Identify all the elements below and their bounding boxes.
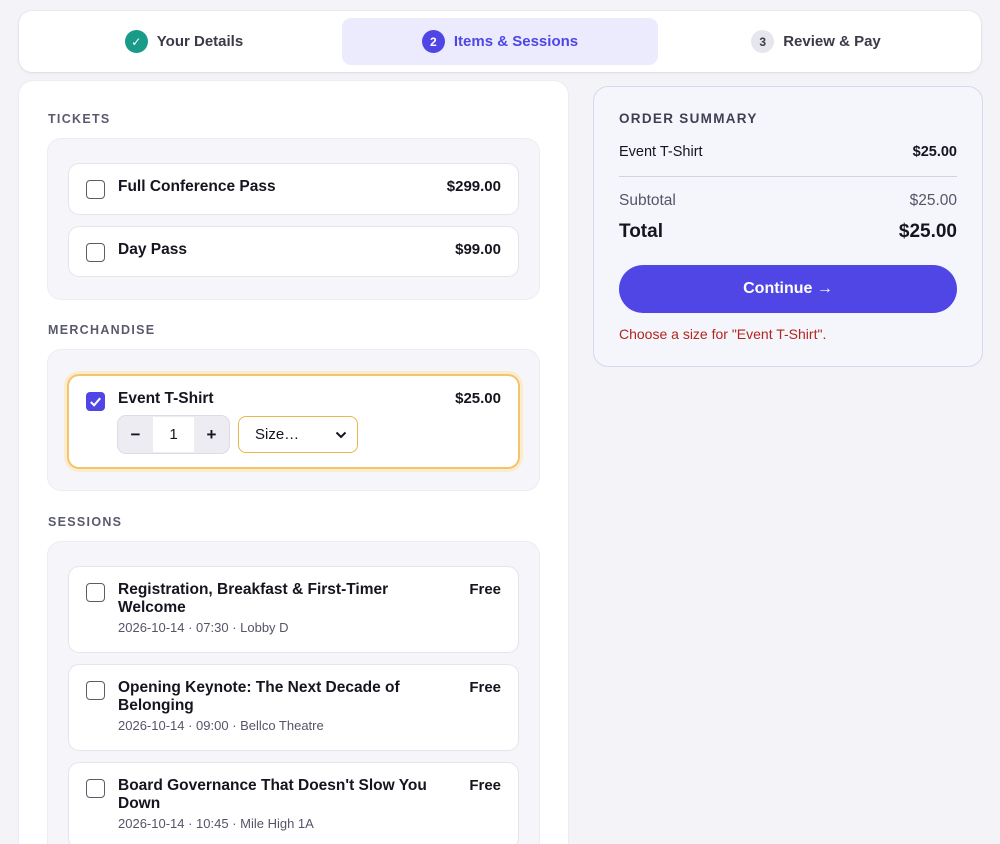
step-label: Review & Pay bbox=[783, 33, 881, 50]
session-item[interactable]: Registration, Breakfast & First-Timer We… bbox=[69, 567, 518, 652]
order-summary: ORDER SUMMARY Event T-Shirt $25.00 Subto… bbox=[594, 87, 982, 366]
merch-item-tshirt[interactable]: Event T-Shirt $25.00 − 1 + Size… bbox=[69, 376, 518, 467]
check-icon bbox=[89, 397, 101, 407]
summary-divider bbox=[619, 176, 957, 177]
session-name: Registration, Breakfast & First-Timer We… bbox=[118, 581, 389, 616]
items-panel: TICKETS Full Conference Pass $299.00 Day… bbox=[19, 81, 568, 844]
subtotal-label: Subtotal bbox=[619, 192, 676, 209]
checkout-stepper: ✓ Your Details 2 Items & Sessions 3 Revi… bbox=[19, 11, 981, 72]
total-value: $25.00 bbox=[898, 221, 957, 242]
quantity-input[interactable]: 1 bbox=[153, 417, 194, 452]
increment-button[interactable]: + bbox=[194, 416, 229, 453]
summary-title: ORDER SUMMARY bbox=[619, 111, 758, 126]
checkbox[interactable] bbox=[86, 392, 105, 411]
decrement-button[interactable]: − bbox=[118, 416, 153, 453]
checkbox[interactable] bbox=[86, 779, 105, 798]
continue-button[interactable]: Continue → bbox=[619, 265, 957, 313]
size-select-value: Size… bbox=[255, 426, 300, 443]
step-items-sessions[interactable]: 2 Items & Sessions bbox=[342, 18, 658, 65]
checkbox[interactable] bbox=[86, 583, 105, 602]
session-item[interactable]: Opening Keynote: The Next Decade of Belo… bbox=[69, 665, 518, 750]
step-number: 3 bbox=[751, 30, 775, 53]
item-price: $25.00 bbox=[455, 390, 501, 407]
summary-line-item: Event T-Shirt $25.00 bbox=[619, 144, 957, 160]
step-label: Items & Sessions bbox=[453, 33, 579, 50]
item-name: Day Pass bbox=[118, 241, 187, 258]
tickets-group: Full Conference Pass $299.00 Day Pass $9… bbox=[48, 139, 539, 299]
line-item-price: $25.00 bbox=[912, 144, 957, 160]
step-number: 2 bbox=[421, 30, 445, 53]
session-meta: 2026-10-14 · 10:45 · Mile High 1A bbox=[118, 816, 314, 831]
item-name: Full Conference Pass bbox=[118, 178, 276, 195]
ticket-item-day-pass[interactable]: Day Pass $99.00 bbox=[69, 227, 518, 276]
validation-error: Choose a size for "Event T-Shirt". bbox=[619, 326, 827, 342]
step-your-details[interactable]: ✓ Your Details bbox=[26, 18, 342, 65]
sessions-group: Registration, Breakfast & First-Timer We… bbox=[48, 542, 539, 844]
sessions-heading: SESSIONS bbox=[48, 515, 123, 529]
ticket-item-full-pass[interactable]: Full Conference Pass $299.00 bbox=[69, 164, 518, 214]
session-name: Opening Keynote: The Next Decade of Belo… bbox=[118, 679, 400, 714]
quantity-stepper: − 1 + bbox=[118, 416, 229, 453]
total-label: Total bbox=[619, 221, 663, 242]
item-price: $99.00 bbox=[455, 241, 501, 258]
session-item[interactable]: Board Governance That Doesn't Slow You D… bbox=[69, 763, 518, 844]
item-price: $299.00 bbox=[446, 178, 501, 195]
session-price: Free bbox=[469, 777, 501, 794]
chevron-down-icon bbox=[335, 431, 347, 438]
merch-group: Event T-Shirt $25.00 − 1 + Size… bbox=[48, 350, 539, 490]
session-price: Free bbox=[469, 581, 501, 598]
session-meta: 2026-10-14 · 07:30 · Lobby D bbox=[118, 620, 289, 635]
checkbox[interactable] bbox=[86, 681, 105, 700]
tickets-heading: TICKETS bbox=[48, 112, 111, 126]
size-select[interactable]: Size… bbox=[238, 416, 358, 453]
session-name: Board Governance That Doesn't Slow You D… bbox=[118, 777, 427, 812]
step-review-pay[interactable]: 3 Review & Pay bbox=[658, 18, 974, 65]
step-label: Your Details bbox=[156, 33, 244, 50]
session-meta: 2026-10-14 · 09:00 · Bellco Theatre bbox=[118, 718, 324, 733]
merchandise-heading: MERCHANDISE bbox=[48, 323, 156, 337]
check-icon: ✓ bbox=[124, 30, 148, 53]
checkbox[interactable] bbox=[86, 180, 105, 199]
checkbox[interactable] bbox=[86, 243, 105, 262]
subtotal-value: $25.00 bbox=[909, 192, 957, 209]
line-item-name: Event T-Shirt bbox=[619, 144, 703, 160]
item-name: Event T-Shirt bbox=[118, 390, 214, 407]
session-price: Free bbox=[469, 679, 501, 696]
subtotal-row: Subtotal $25.00 bbox=[619, 192, 957, 210]
total-row: Total $25.00 bbox=[619, 221, 957, 243]
